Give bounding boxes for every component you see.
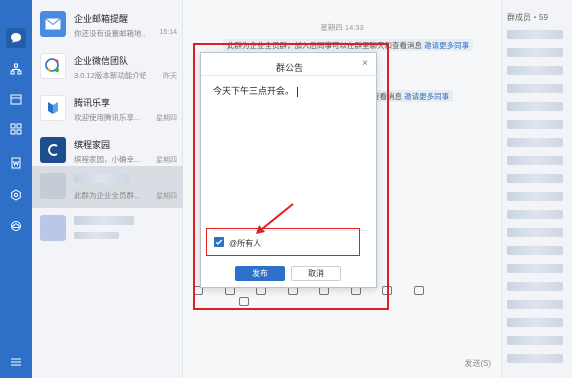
menu-icon[interactable] <box>6 352 26 372</box>
conversation-preview: 3.0.12版本新功能介绍 <box>74 71 146 80</box>
conversation-item[interactable]: 腾讯乐享 欢迎使用腾讯乐享... 星期四 <box>32 88 183 130</box>
highlight-frame-checkbox <box>206 228 360 256</box>
cancel-button[interactable]: 取消 <box>291 266 341 281</box>
text-cursor <box>297 86 299 97</box>
conversation-title-blurred <box>74 216 134 225</box>
chat-icon[interactable] <box>6 28 26 48</box>
member-item[interactable] <box>507 210 563 219</box>
conversation-title: 腾讯乐享 <box>74 98 111 108</box>
app-sidebar <box>0 0 32 378</box>
close-icon[interactable]: × <box>362 58 368 69</box>
member-item[interactable] <box>507 84 563 93</box>
member-item[interactable] <box>507 354 563 363</box>
document-icon[interactable] <box>6 153 26 173</box>
member-item[interactable] <box>507 228 563 237</box>
contacts-icon[interactable] <box>6 59 26 79</box>
avatar <box>40 215 66 241</box>
member-count: 群成员・59 <box>507 13 548 22</box>
member-item[interactable] <box>507 102 563 111</box>
conversation-preview: 欢迎使用腾讯乐享... <box>74 113 141 122</box>
member-item[interactable] <box>507 264 563 273</box>
conversation-preview-blurred <box>74 232 119 239</box>
conversation-item[interactable]: 企业邮箱提醒 你还没有设置邮箱地... 15:14 <box>32 4 183 46</box>
conversation-item-blurred[interactable] <box>32 208 183 250</box>
wecom-logo-icon <box>40 53 66 79</box>
announcement-editor[interactable]: 今天下午三点开会。 <box>213 84 299 97</box>
mail-icon <box>40 11 66 37</box>
publish-button[interactable]: 发布 <box>235 266 285 281</box>
conversation-preview: 此群为企业全员群... <box>74 191 141 200</box>
member-list: 群成员・59 <box>501 0 572 378</box>
member-item[interactable] <box>507 318 563 327</box>
member-item[interactable] <box>507 66 563 75</box>
member-item[interactable] <box>507 336 563 345</box>
conversation-preview: 你还没有设置邮箱地... <box>74 29 146 38</box>
invite-link[interactable]: 邀请更多同事 <box>404 92 449 101</box>
conversation-title: 企业邮箱提醒 <box>74 14 129 24</box>
settings-icon[interactable] <box>6 185 26 205</box>
member-item[interactable] <box>507 156 563 165</box>
conversation-time: 星期四 <box>156 193 177 200</box>
group-avatar <box>40 173 66 199</box>
conversation-time: 星期四 <box>156 115 177 122</box>
lexiang-logo-icon <box>40 95 66 121</box>
announcement-text: 今天下午三点开会。 <box>213 86 295 96</box>
conversation-list: 企业邮箱提醒 你还没有设置邮箱地... 15:14 企业微信团队 3.0.12版… <box>32 0 183 378</box>
member-item[interactable] <box>507 192 563 201</box>
conversation-time: 15:14 <box>159 29 177 36</box>
conversation-time: 昨天 <box>163 73 177 80</box>
conversation-time: 星期四 <box>156 157 177 164</box>
member-item[interactable] <box>507 30 563 39</box>
conversation-item-selected[interactable]: 此群为企业全员群... 星期四 <box>32 166 183 208</box>
more-icon[interactable] <box>413 286 424 295</box>
conversation-preview: 缤程家园，小确幸... <box>74 155 141 164</box>
cloud-icon[interactable] <box>6 216 26 236</box>
member-item[interactable] <box>507 138 563 147</box>
send-button[interactable]: 发送(S) <box>464 358 491 369</box>
member-item[interactable] <box>507 120 563 129</box>
dialog-title: 群公告 <box>275 63 303 73</box>
conversation-title: 缤程家园 <box>74 140 111 150</box>
conversation-title: 企业微信团队 <box>74 56 129 66</box>
brand-logo-icon <box>40 137 66 163</box>
member-item[interactable] <box>507 246 563 255</box>
conversation-title-blurred <box>74 174 129 183</box>
chat-timestamp: 星期四 14:33 <box>320 23 364 32</box>
workbench-icon[interactable] <box>6 119 26 139</box>
conversation-item[interactable]: 企业微信团队 3.0.12版本新功能介绍 昨天 <box>32 46 183 88</box>
member-item[interactable] <box>507 174 563 183</box>
member-item[interactable] <box>507 48 563 57</box>
invite-link[interactable]: 邀请更多同事 <box>424 41 469 50</box>
member-item[interactable] <box>507 300 563 309</box>
member-item[interactable] <box>507 282 563 291</box>
divider <box>201 75 378 76</box>
calendar-icon[interactable] <box>6 89 26 109</box>
